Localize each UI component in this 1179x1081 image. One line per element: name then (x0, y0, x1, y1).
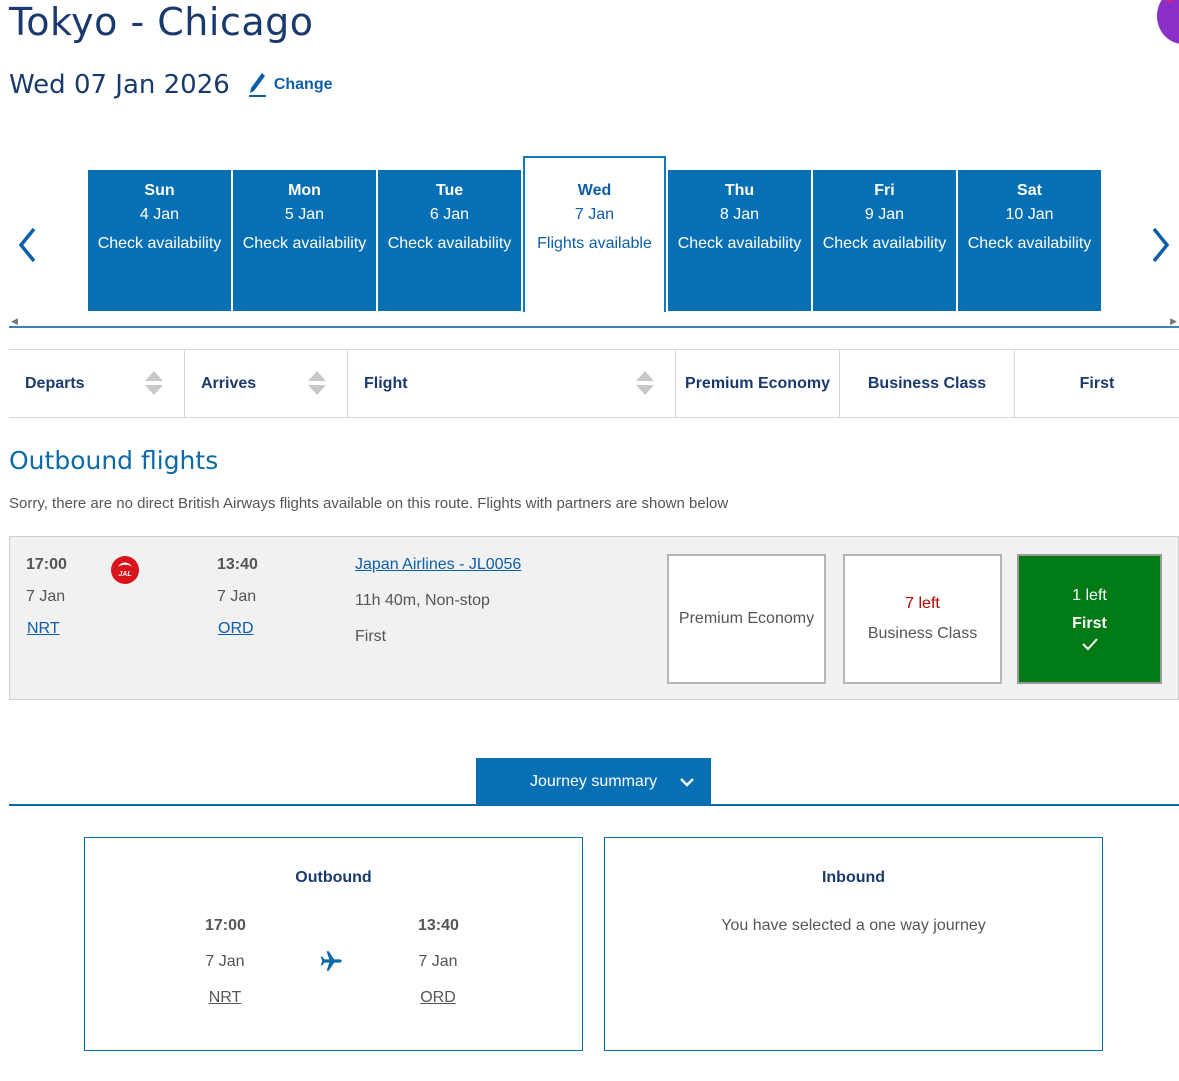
route-title: Tokyo - Chicago (9, 0, 314, 44)
sort-arrives[interactable]: Arrives (185, 350, 348, 417)
depart-airport-link[interactable]: NRT (27, 620, 60, 638)
departs-label: Departs (25, 374, 85, 392)
day-status: Check availability (387, 235, 512, 252)
day-date: 7 Jan (574, 206, 615, 223)
journey-summary-label: Journey summary (530, 772, 658, 790)
chevron-left-icon[interactable] (13, 225, 43, 265)
summary-arrive-time: 13:40 (418, 917, 459, 934)
flight-result-card: 17:00 7 Jan NRT JAL 13:40 7 Jan ORD Japa… (9, 536, 1179, 700)
day-tab-sat[interactable]: Sat 10 Jan Check availability (958, 170, 1101, 311)
sort-header: Departs Arrives Flight Premium Economy B… (9, 349, 1179, 418)
day-name: Wed (577, 182, 612, 199)
depart-time: 17:00 (26, 556, 67, 573)
day-name: Tue (435, 182, 464, 199)
day-tab-fri[interactable]: Fri 9 Jan Check availability (813, 170, 956, 311)
no-direct-notice: Sorry, there are no direct British Airwa… (9, 495, 729, 512)
day-name: Sun (144, 182, 175, 199)
day-status: Check availability (822, 235, 947, 252)
first-class-option[interactable]: 1 left First (1017, 554, 1162, 684)
arrive-airport-link[interactable]: ORD (218, 620, 254, 638)
day-date: 4 Jan (139, 206, 180, 223)
flight-details-link[interactable]: Japan Airlines - JL0056 (355, 556, 521, 574)
sort-icon (636, 371, 654, 395)
flight-duration: 11h 40m, Non-stop (355, 592, 490, 609)
chevron-right-icon[interactable] (1145, 225, 1175, 265)
summary-depart-airport-link[interactable]: NRT (205, 989, 245, 1007)
col-premium-economy: Premium Economy (676, 350, 840, 417)
inbound-summary: Inbound You have selected a one way jour… (604, 837, 1103, 1051)
cabin-name: Premium Economy (678, 610, 815, 627)
avatar[interactable] (1157, 0, 1179, 44)
day-status: Check availability (967, 235, 1092, 252)
col-business-class: Business Class (840, 350, 1015, 417)
premium-economy-option[interactable]: Premium Economy (667, 554, 826, 684)
jal-logo-icon: JAL (111, 556, 139, 584)
summary-arrive-date: 7 Jan (418, 953, 458, 970)
depart-date: 7 Jan (26, 588, 66, 605)
day-date: 5 Jan (284, 206, 325, 223)
travel-date: Wed 07 Jan 2026 (9, 70, 230, 100)
date-row: Wed 07 Jan 2026 Change (9, 70, 332, 100)
change-date-link[interactable]: Change (248, 71, 333, 99)
summary-depart-date: 7 Jan (205, 953, 245, 970)
cabin-name: Business Class (867, 625, 978, 642)
sort-departs[interactable]: Departs (9, 350, 185, 417)
arrive-time: 13:40 (217, 556, 258, 573)
day-name: Mon (288, 182, 321, 199)
day-name: Sat (1017, 182, 1042, 199)
summary-depart-time: 17:00 (205, 917, 246, 934)
day-date: 9 Jan (864, 206, 905, 223)
flight-label: Flight (364, 374, 408, 392)
day-tab-thu[interactable]: Thu 8 Jan Check availability (668, 170, 811, 311)
arrives-label: Arrives (201, 374, 257, 392)
day-status: Check availability (677, 235, 802, 252)
summary-arrive-airport-link[interactable]: ORD (418, 989, 458, 1007)
flight-cabin: First (355, 628, 387, 645)
chevron-down-icon (680, 778, 694, 787)
sort-flight[interactable]: Flight (348, 350, 676, 417)
jal-logo-text: JAL (118, 571, 131, 578)
arrive-date: 7 Jan (217, 588, 257, 605)
date-carousel: Sun 4 Jan Check availability Mon 5 Jan C… (9, 150, 1179, 330)
premium-economy-label: Premium Economy (685, 374, 830, 392)
pencil-icon (248, 73, 266, 97)
journey-summary-toggle[interactable]: Journey summary (476, 758, 711, 805)
day-tab-tue[interactable]: Tue 6 Jan Check availability (378, 170, 521, 311)
day-date: 10 Jan (1005, 206, 1054, 223)
day-name: Fri (874, 182, 895, 199)
checkmark-icon (1081, 638, 1098, 651)
first-label: First (1079, 374, 1115, 392)
change-label: Change (273, 76, 333, 93)
seats-left: 1 left (1072, 587, 1107, 604)
day-name: Thu (724, 182, 755, 199)
notification-dot (1165, 0, 1174, 2)
sort-icon (145, 371, 163, 395)
cabin-name: First (1072, 615, 1107, 632)
day-status: Check availability (97, 235, 222, 252)
inbound-summary-title: Inbound (821, 869, 886, 886)
inbound-one-way-text: You have selected a one way journey (721, 917, 986, 934)
plane-icon (320, 951, 342, 971)
day-date: 6 Jan (429, 206, 470, 223)
carousel-divider (9, 326, 1179, 328)
outbound-summary: Outbound 17:00 7 Jan NRT 13:40 7 Jan ORD (84, 837, 583, 1051)
day-tab-wed[interactable]: Wed 7 Jan Flights available (523, 156, 666, 312)
business-class-label: Business Class (867, 374, 987, 392)
day-tab-sun[interactable]: Sun 4 Jan Check availability (88, 170, 231, 311)
day-status: Flights available (537, 235, 652, 252)
day-status: Check availability (242, 235, 367, 252)
day-date: 8 Jan (719, 206, 760, 223)
day-tab-mon[interactable]: Mon 5 Jan Check availability (233, 170, 376, 311)
day-tabs: Sun 4 Jan Check availability Mon 5 Jan C… (88, 156, 1103, 312)
seats-left: 7 left (905, 595, 940, 612)
col-first: First (1015, 350, 1179, 417)
sort-icon (308, 371, 326, 395)
outbound-title: Outbound flights (9, 446, 219, 475)
business-class-option[interactable]: 7 left Business Class (843, 554, 1002, 684)
outbound-summary-title: Outbound (295, 869, 372, 886)
